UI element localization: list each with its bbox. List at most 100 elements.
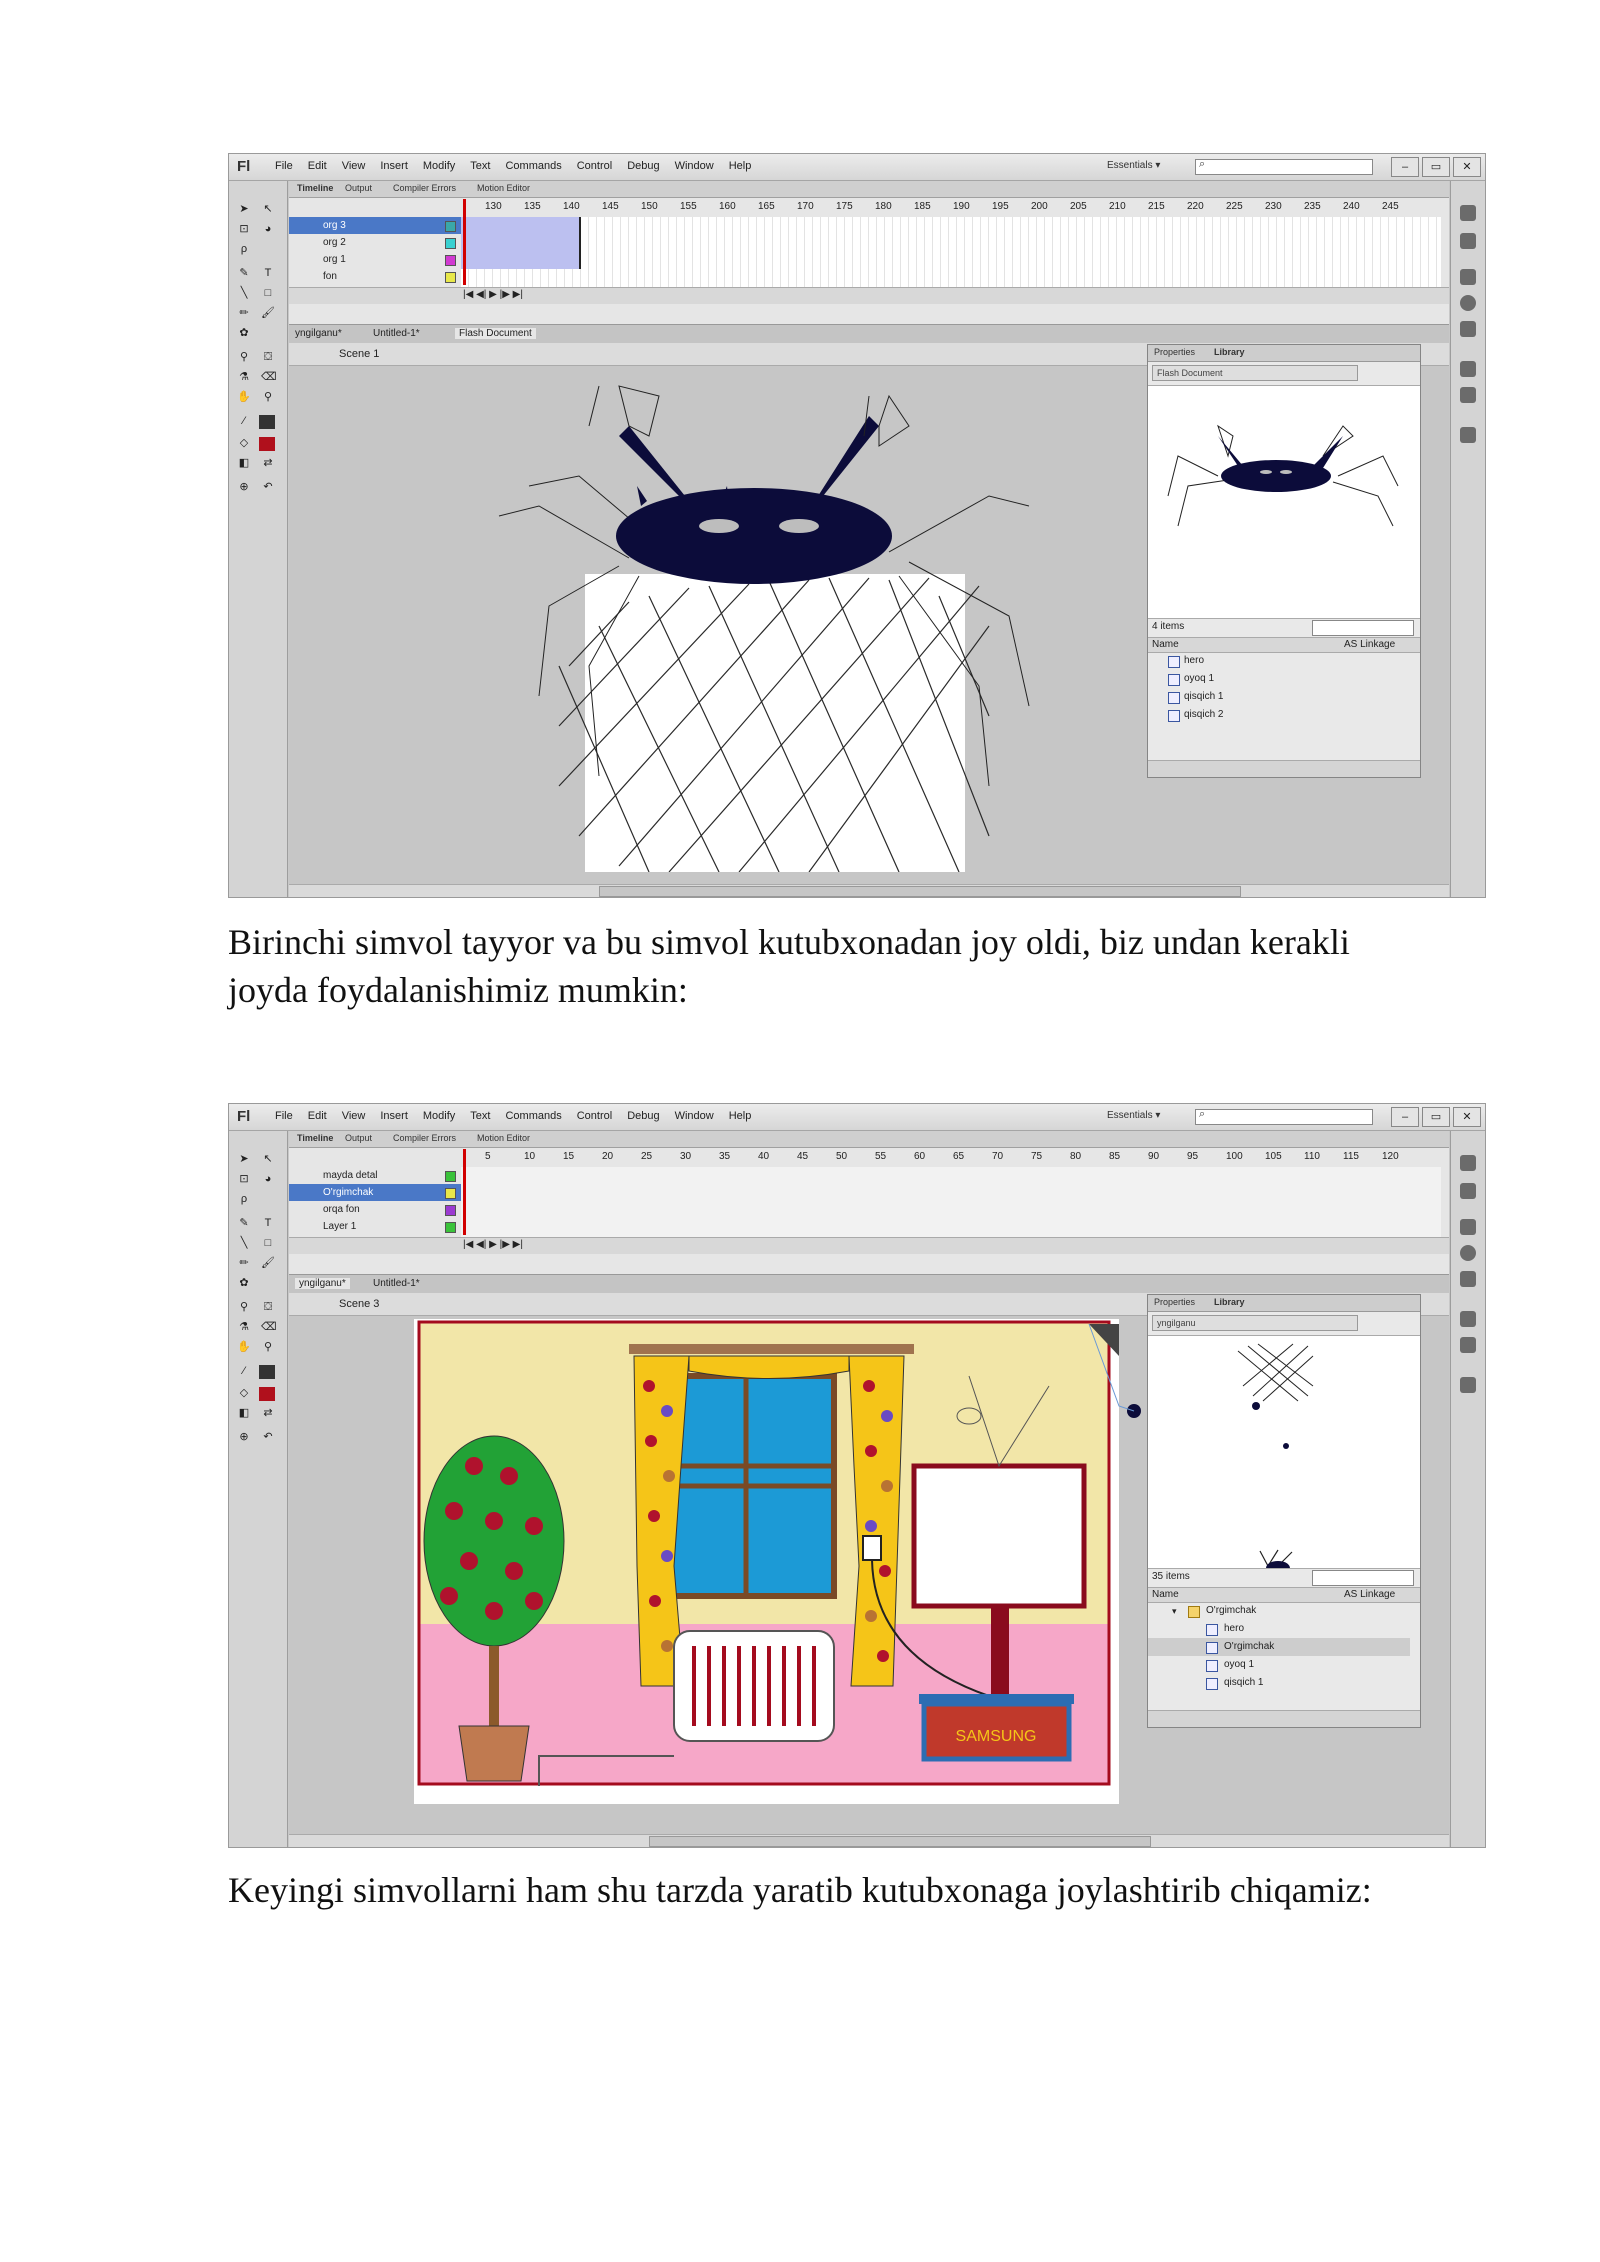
menu-help[interactable]: Help — [729, 160, 752, 172]
layer-row[interactable]: Layer 1 — [289, 1218, 461, 1235]
menu-insert[interactable]: Insert — [380, 160, 408, 172]
menu-file[interactable]: File — [275, 1110, 293, 1122]
pencil-tool-icon[interactable]: ✏ — [237, 1257, 251, 1269]
selection-tool-icon[interactable]: ➤ — [237, 203, 251, 215]
help-search-input[interactable]: ⌕ — [1195, 158, 1373, 175]
library-document-select[interactable]: yngilganu — [1152, 1315, 1358, 1331]
motion-presets-icon[interactable] — [1460, 1337, 1476, 1353]
deco-tool-icon[interactable]: ✿ — [237, 327, 251, 339]
tab-library[interactable]: Library — [1214, 347, 1245, 357]
menu-debug[interactable]: Debug — [627, 1110, 659, 1122]
menu-file[interactable]: File — [275, 160, 293, 172]
line-tool-icon[interactable]: ╲ — [237, 287, 251, 299]
info-panel-icon[interactable] — [1460, 295, 1476, 311]
rectangle-tool-icon[interactable]: □ — [261, 287, 275, 299]
library-document-select[interactable]: Flash Document — [1152, 365, 1358, 381]
smooth-icon[interactable]: ↶ — [261, 1431, 275, 1443]
layer-row[interactable]: org 3 — [289, 217, 461, 234]
library-item[interactable]: O'rgimchak — [1148, 1638, 1410, 1656]
bone-tool-icon[interactable]: ⚲ — [237, 351, 251, 363]
playback-controls[interactable]: |◀ ◀| ▶ |▶ ▶| — [463, 289, 523, 300]
layer-row[interactable]: org 1 — [289, 251, 461, 268]
menu-view[interactable]: View — [342, 160, 366, 172]
subselection-tool-icon[interactable]: ↖ — [261, 203, 275, 215]
tab-timeline[interactable]: Timeline — [297, 183, 333, 193]
eraser-tool-icon[interactable]: ⌫ — [261, 371, 277, 383]
frame-grid[interactable] — [461, 217, 1441, 287]
color-panel-icon[interactable] — [1460, 1155, 1476, 1171]
tab-output[interactable]: Output — [345, 1133, 372, 1143]
menu-control[interactable]: Control — [577, 1110, 612, 1122]
paint-bucket-tool-icon[interactable]: ⛋ — [261, 351, 275, 363]
lasso-tool-icon[interactable]: ρ — [237, 1193, 251, 1205]
menu-control[interactable]: Control — [577, 160, 612, 172]
library-item[interactable]: qisqich 2 — [1148, 706, 1410, 724]
menu-debug[interactable]: Debug — [627, 160, 659, 172]
eyedropper-tool-icon[interactable]: ⚗ — [237, 371, 251, 383]
fill-color-icon[interactable]: ◇ — [237, 437, 251, 449]
text-tool-icon[interactable]: T — [261, 267, 275, 279]
library-item[interactable]: oyoq 1 — [1148, 670, 1410, 688]
snap-to-objects-icon[interactable]: ⊕ — [237, 481, 251, 493]
restore-button[interactable]: ▭ — [1422, 1107, 1450, 1127]
tab-compiler-errors[interactable]: Compiler Errors — [393, 1133, 456, 1143]
menu-commands[interactable]: Commands — [505, 160, 561, 172]
motion-presets-icon[interactable] — [1460, 387, 1476, 403]
menu-window[interactable]: Window — [675, 160, 714, 172]
doc-tab-active[interactable]: yngilganu* — [295, 1278, 350, 1289]
pen-tool-icon[interactable]: ✎ — [237, 267, 251, 279]
pen-tool-icon[interactable]: ✎ — [237, 1217, 251, 1229]
hand-tool-icon[interactable]: ✋ — [237, 1341, 251, 1353]
library-item[interactable]: qisqich 1 — [1148, 1674, 1410, 1692]
layer-row[interactable]: mayda detal — [289, 1167, 461, 1184]
lasso-tool-icon[interactable]: ρ — [237, 243, 251, 255]
scene-label[interactable]: Scene 1 — [339, 348, 379, 360]
align-panel-icon[interactable] — [1460, 1219, 1476, 1235]
horizontal-scrollbar[interactable] — [289, 1834, 1449, 1847]
scroll-thumb[interactable] — [649, 1836, 1151, 1847]
menu-edit[interactable]: Edit — [308, 160, 327, 172]
3d-rotation-tool-icon[interactable]: ◕ — [261, 223, 275, 235]
layer-outline-swatch[interactable] — [445, 272, 456, 283]
doc-tab[interactable]: yngilganu* — [295, 328, 342, 339]
align-panel-icon[interactable] — [1460, 269, 1476, 285]
column-as-linkage[interactable]: AS Linkage — [1344, 1589, 1395, 1600]
playhead[interactable] — [463, 1149, 466, 1235]
3d-rotation-tool-icon[interactable]: ◕ — [261, 1173, 275, 1185]
swatches-panel-icon[interactable] — [1460, 233, 1476, 249]
close-button[interactable]: ✕ — [1453, 157, 1481, 177]
menu-view[interactable]: View — [342, 1110, 366, 1122]
layer-outline-swatch[interactable] — [445, 1188, 456, 1199]
menu-text[interactable]: Text — [470, 1110, 490, 1122]
brush-tool-icon[interactable]: 🖌 — [261, 307, 275, 319]
fill-color-swatch[interactable] — [259, 437, 275, 451]
fill-color-swatch[interactable] — [259, 1387, 275, 1401]
horizontal-scrollbar[interactable] — [289, 884, 1449, 897]
menu-modify[interactable]: Modify — [423, 1110, 455, 1122]
column-name[interactable]: Name — [1152, 639, 1179, 650]
scroll-thumb[interactable] — [599, 886, 1241, 897]
layer-outline-swatch[interactable] — [445, 221, 456, 232]
minimize-button[interactable]: – — [1391, 157, 1419, 177]
menu-modify[interactable]: Modify — [423, 160, 455, 172]
menu-text[interactable]: Text — [470, 160, 490, 172]
black-white-icon[interactable]: ◧ — [237, 457, 251, 469]
black-white-icon[interactable]: ◧ — [237, 1407, 251, 1419]
tab-motion-editor[interactable]: Motion Editor — [477, 183, 530, 193]
eraser-tool-icon[interactable]: ⌫ — [261, 1321, 277, 1333]
free-transform-tool-icon[interactable]: ⊡ — [237, 223, 251, 235]
free-transform-tool-icon[interactable]: ⊡ — [237, 1173, 251, 1185]
frame-span[interactable] — [461, 1167, 1441, 1237]
tween-span[interactable] — [461, 217, 581, 269]
library-search-input[interactable] — [1312, 1570, 1414, 1586]
paint-bucket-tool-icon[interactable]: ⛋ — [261, 1301, 275, 1313]
stroke-color-icon[interactable]: ⁄ — [237, 415, 251, 427]
layer-row[interactable]: O'rgimchak — [289, 1184, 461, 1201]
workspace-switcher[interactable]: Essentials ▾ — [1107, 160, 1160, 171]
workspace-switcher[interactable]: Essentials ▾ — [1107, 1110, 1160, 1121]
layer-row[interactable]: orqa fon — [289, 1201, 461, 1218]
bone-tool-icon[interactable]: ⚲ — [237, 1301, 251, 1313]
subselection-tool-icon[interactable]: ↖ — [261, 1153, 275, 1165]
swap-colors-icon[interactable]: ⇄ — [261, 1407, 275, 1419]
doc-tab[interactable]: Untitled-1* — [373, 328, 420, 339]
